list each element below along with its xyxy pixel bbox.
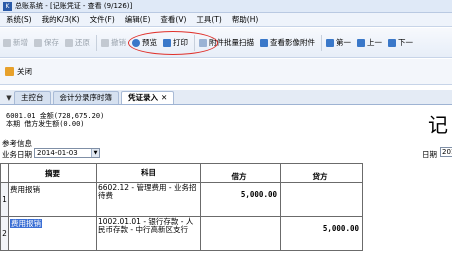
menu-system[interactable]: 系统(S) bbox=[6, 14, 32, 25]
close-icon bbox=[5, 67, 14, 76]
calendar-dropdown-icon[interactable]: ▼ bbox=[91, 149, 99, 157]
close-button[interactable]: 关闭 bbox=[5, 66, 32, 77]
prev-button[interactable]: 上一 bbox=[357, 37, 382, 48]
date-field[interactable]: 2014-01-03 bbox=[440, 147, 452, 157]
voucher-heading: 记 bbox=[428, 113, 448, 137]
batch-scan-button[interactable]: 附件批量扫描 bbox=[199, 37, 254, 48]
row-number: 1 bbox=[0, 182, 9, 217]
selected-summary-text[interactable]: 费用报销 bbox=[10, 219, 42, 228]
undo-button[interactable]: 撤销 bbox=[101, 37, 126, 48]
menu-view[interactable]: 查看(V) bbox=[160, 14, 186, 25]
table-row[interactable]: 2 费用报销 1002.01.01 - 银行存款 - 人民币存款 - 中行高新区… bbox=[0, 216, 363, 251]
first-icon bbox=[326, 38, 334, 47]
debit-column-header: 借方 bbox=[200, 163, 281, 183]
credit-cell[interactable]: 5,000.00 bbox=[280, 216, 363, 251]
preview-button[interactable]: 预览 bbox=[132, 37, 157, 48]
new-button[interactable]: 新增 bbox=[3, 37, 28, 48]
tab-journal-entries[interactable]: 会计分录序时簿 bbox=[52, 91, 119, 104]
tab-voucher-entry[interactable]: 凭证录入 ✕ bbox=[121, 91, 175, 104]
debit-cell[interactable] bbox=[200, 216, 281, 251]
main-toolbar: 新增 保存 还原 撤销 预览 打印 附件批量扫描 查看影像附件 第一 上一 下一 bbox=[0, 28, 452, 58]
next-button[interactable]: 下一 bbox=[388, 37, 413, 48]
title-bar: K 总账系统 - [记账凭证 - 查看 (9/126)] bbox=[0, 0, 452, 13]
new-icon bbox=[3, 38, 11, 47]
summary-column-header: 摘要 bbox=[8, 163, 97, 183]
print-icon bbox=[163, 38, 171, 47]
account-column-header: 科目 bbox=[96, 163, 201, 183]
voucher-entry-table: 摘要 科目 借方 贷方 1 费用报销 6602.12 - 管理费用 - 业务招待… bbox=[0, 163, 363, 251]
prev-icon bbox=[357, 38, 365, 47]
table-header-row: 摘要 科目 借方 贷方 bbox=[0, 163, 363, 183]
date-label: 日期 bbox=[422, 150, 437, 159]
toolbar-divider bbox=[321, 34, 322, 51]
restore-icon bbox=[65, 38, 73, 47]
tab-main-console[interactable]: 主控台 bbox=[14, 91, 51, 104]
undo-icon bbox=[101, 38, 109, 47]
view-image-button[interactable]: 查看影像附件 bbox=[260, 37, 315, 48]
summary-cell[interactable]: 费用报销 bbox=[8, 182, 97, 217]
app-logo-icon: K bbox=[3, 1, 12, 11]
save-button[interactable]: 保存 bbox=[34, 37, 59, 48]
menu-file[interactable]: 文件(F) bbox=[90, 14, 115, 25]
business-date-label: 业务日期 bbox=[2, 150, 32, 159]
tab-close-icon[interactable]: ✕ bbox=[161, 93, 167, 102]
image-icon bbox=[260, 38, 268, 47]
period-amount-line: 本期 借方发生额(0.00) bbox=[6, 120, 85, 128]
first-button[interactable]: 第一 bbox=[326, 37, 351, 48]
summary-cell[interactable]: 费用报销 bbox=[8, 216, 97, 251]
table-row[interactable]: 1 费用报销 6602.12 - 管理费用 - 业务招待费 5,000.00 bbox=[0, 182, 363, 217]
next-icon bbox=[388, 38, 396, 47]
business-date-field[interactable]: 2014-01-03 ▼ bbox=[34, 148, 100, 158]
row-number-header bbox=[0, 163, 9, 183]
row-number: 2 bbox=[0, 216, 9, 251]
menu-my-k3[interactable]: 我的K/3(K) bbox=[42, 14, 80, 25]
account-cell[interactable]: 1002.01.01 - 银行存款 - 人民币存款 - 中行高新区支行 bbox=[96, 216, 201, 251]
reference-label: 参考信息 bbox=[2, 139, 32, 148]
menu-tools[interactable]: 工具(T) bbox=[196, 14, 221, 25]
debit-cell[interactable]: 5,000.00 bbox=[200, 182, 281, 217]
preview-icon bbox=[132, 38, 140, 47]
secondary-toolbar: 关闭 bbox=[0, 59, 452, 85]
toolbar-divider bbox=[96, 34, 97, 51]
window-title: 总账系统 - [记账凭证 - 查看 (9/126)] bbox=[15, 2, 133, 10]
save-icon bbox=[34, 38, 42, 47]
menu-bar: 系统(S) 我的K/3(K) 文件(F) 编辑(E) 查看(V) 工具(T) 帮… bbox=[0, 13, 452, 27]
print-button[interactable]: 打印 bbox=[163, 37, 188, 48]
tab-bar: ▼ 主控台 会计分录序时簿 凭证录入 ✕ bbox=[0, 90, 452, 105]
voucher-panel: 6001.01 金额(728,675.20) 本期 借方发生额(0.00) 记 … bbox=[0, 106, 452, 264]
restore-button[interactable]: 还原 bbox=[65, 37, 90, 48]
toolbar-divider bbox=[194, 34, 195, 51]
credit-cell[interactable] bbox=[280, 182, 363, 217]
account-cell[interactable]: 6602.12 - 管理费用 - 业务招待费 bbox=[96, 182, 201, 217]
credit-column-header: 贷方 bbox=[280, 163, 363, 183]
tab-list-dropdown-icon[interactable]: ▼ bbox=[4, 92, 14, 104]
menu-edit[interactable]: 编辑(E) bbox=[125, 14, 151, 25]
menu-help[interactable]: 帮助(H) bbox=[232, 14, 259, 25]
scan-icon bbox=[199, 38, 207, 47]
